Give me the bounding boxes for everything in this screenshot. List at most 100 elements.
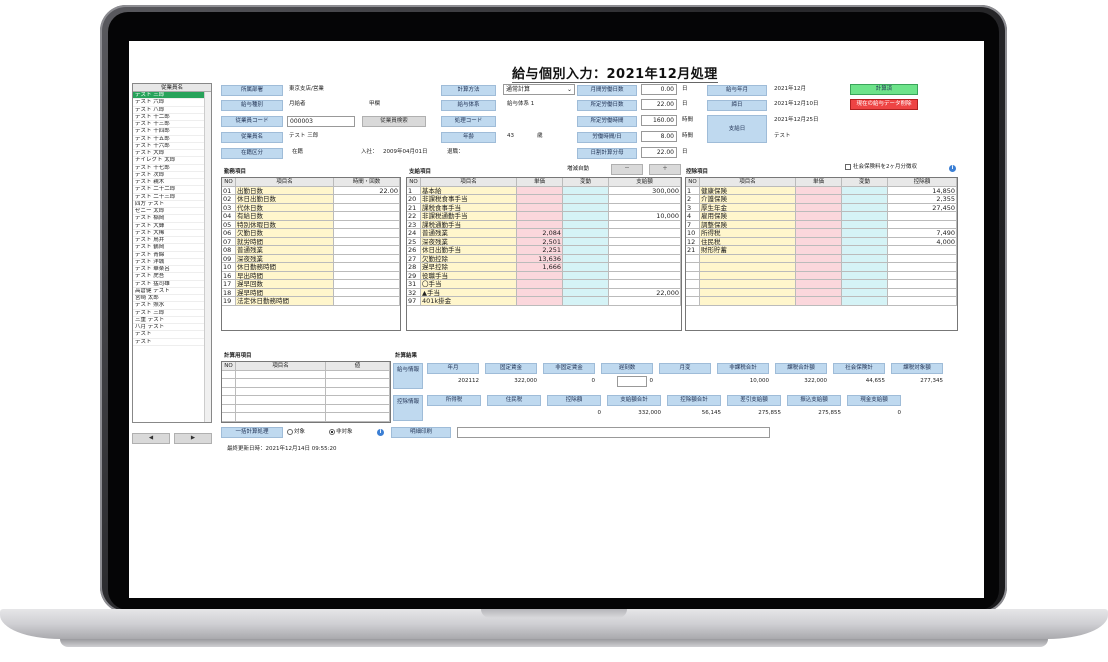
grid-cell[interactable] [563,229,609,237]
grid-cell[interactable] [609,254,681,262]
grid-cell[interactable] [517,297,563,305]
grid-cell[interactable]: 4,000 [888,237,957,245]
grid-cell[interactable] [609,203,681,211]
grid-row[interactable]: 29 役職手当 [407,271,681,280]
attendance-grid[interactable]: NO 項目名 時間・回数 01 出勤日数 22.00 02 休日出勤日数 03 代休日数 04 有給日… [221,177,401,331]
grid-row[interactable] [686,254,957,263]
employee-list-item[interactable]: テスト 八郎 [133,107,211,114]
grid-cell[interactable] [888,220,957,228]
employee-list-item[interactable]: テスト 十二郎 [133,114,211,121]
grid-cell[interactable] [842,297,888,305]
employee-list-item[interactable]: テスト 大輝 [133,223,211,230]
grid-cell[interactable] [563,271,609,279]
grid-row[interactable]: 08 普通残業 [222,246,400,255]
grid-row[interactable]: 4 雇用保険 [686,212,957,221]
grid-cell[interactable]: 22,000 [609,288,681,296]
grid-cell[interactable] [334,271,400,279]
grid-row[interactable]: 1 基本給 300,000 [407,186,681,195]
grid-cell[interactable] [796,237,842,245]
grid-cell[interactable]: 300,000 [609,186,681,194]
code-input[interactable]: 000003 [287,116,355,127]
grid-cell[interactable] [842,263,888,271]
grid-cell[interactable] [842,186,888,194]
grid-row[interactable]: 06 欠勤日数 [222,229,400,238]
employee-list-item[interactable]: テスト 洋城 [133,259,211,266]
grid-cell[interactable] [517,288,563,296]
radio-target[interactable]: 対象 [287,428,305,437]
grid-cell[interactable] [609,237,681,245]
grid-cell[interactable] [888,212,957,220]
grid-cell[interactable]: 2,501 [517,237,563,245]
grid-row[interactable]: 17 遅早回数 [222,280,400,289]
grid-cell[interactable] [888,263,957,271]
grid-row[interactable]: 18 遅早時間 [222,288,400,297]
grid-cell[interactable]: 1,666 [517,263,563,271]
grid-cell[interactable] [334,254,400,262]
grid-cell[interactable] [326,396,390,404]
grid-cell[interactable] [609,220,681,228]
employee-list-item[interactable]: 三重 テスト [133,317,211,324]
grid-cell[interactable] [609,263,681,271]
calc-items-grid[interactable]: NO 項目名値 [221,361,391,423]
grid-cell[interactable]: 27,450 [888,203,957,211]
employee-list[interactable]: 従業員名 テスト 三郎 テスト 六郎 テスト 八郎 テスト 十二郎 テスト 十三郎 テスト… [132,83,212,423]
grid-row[interactable]: 22 非課税通勤手当 10,000 [407,212,681,221]
grid-cell[interactable] [563,195,609,203]
grid-cell[interactable] [888,246,957,254]
grid-cell[interactable] [609,297,681,305]
grid-row[interactable]: 32 ▲手当 22,000 [407,288,681,297]
grid-cell[interactable] [888,280,957,288]
grid-cell[interactable] [609,229,681,237]
grid-cell[interactable] [842,229,888,237]
grid-row[interactable]: 2 介護保険 2,355 [686,195,957,204]
calc-status-button[interactable]: 計算済 [850,84,918,95]
grid-row[interactable]: 05 特別休暇日数 [222,220,400,229]
grid-cell[interactable] [334,288,400,296]
employee-list-item[interactable]: テスト 虎吾 [133,273,211,281]
grid-cell[interactable] [563,288,609,296]
grid-cell[interactable] [796,288,842,296]
grid-row[interactable]: 10 所得税 7,490 [686,229,957,238]
grid-cell[interactable] [517,203,563,211]
grid-cell[interactable] [563,254,609,262]
grid-cell[interactable] [334,203,400,211]
grid-cell[interactable] [842,195,888,203]
grid-cell[interactable] [609,195,681,203]
grid-row[interactable]: 3 厚生年金 27,450 [686,203,957,212]
grid-cell[interactable] [842,288,888,296]
prev-employee-button[interactable]: ◀ [132,433,170,444]
grid-row[interactable]: 07 就労時間 [222,237,400,246]
grid-row[interactable] [686,271,957,280]
grid-cell[interactable] [563,220,609,228]
grid-cell[interactable] [842,280,888,288]
grid-cell[interactable] [796,212,842,220]
grid-row[interactable]: 01 出勤日数 22.00 [222,186,400,195]
grid-cell[interactable] [334,212,400,220]
grid-cell[interactable] [334,229,400,237]
grid-cell[interactable] [326,413,390,421]
grid-row[interactable]: 23 課税通勤手当 [407,220,681,229]
grid-row[interactable]: 20 非課税食事手当 [407,195,681,204]
grid-row[interactable]: 24 普通残業 2,084 [407,229,681,238]
grid-row[interactable]: 10 休日勤務時間 [222,263,400,272]
grid-cell[interactable] [796,280,842,288]
employee-list-item[interactable]: 四方 テスト [133,201,211,208]
employee-list-item[interactable]: テスト 青綿 [133,252,211,259]
employee-list-item[interactable]: 高倉健 テスト [133,288,211,295]
grid-cell[interactable] [326,404,390,412]
grid-row[interactable]: 31 〇手当 [407,280,681,289]
grid-cell[interactable] [842,220,888,228]
grid-cell[interactable] [796,186,842,194]
grid-cell[interactable] [842,237,888,245]
employee-list-item[interactable]: テスト 稲岡 [133,215,211,223]
employee-list-item[interactable]: テスト 華楽呂 [133,266,211,274]
grid-cell[interactable] [796,271,842,279]
payment-grid[interactable]: NO 項目名 単価 変動 支給額 1 基本給 300,000 20 非課税食事手当 21 課税食事手当… [406,177,682,331]
plus-button[interactable]: ＋ [649,164,681,175]
grid-row[interactable]: 1 健康保険 14,850 [686,186,957,195]
grid-row[interactable]: 09 深夜残業 [222,254,400,263]
employee-list-item[interactable]: 宮崎 太郎 [133,295,211,303]
grid-row[interactable] [686,280,957,289]
grid-row[interactable]: 28 遅早控除 1,666 [407,263,681,272]
grid-cell[interactable] [796,220,842,228]
